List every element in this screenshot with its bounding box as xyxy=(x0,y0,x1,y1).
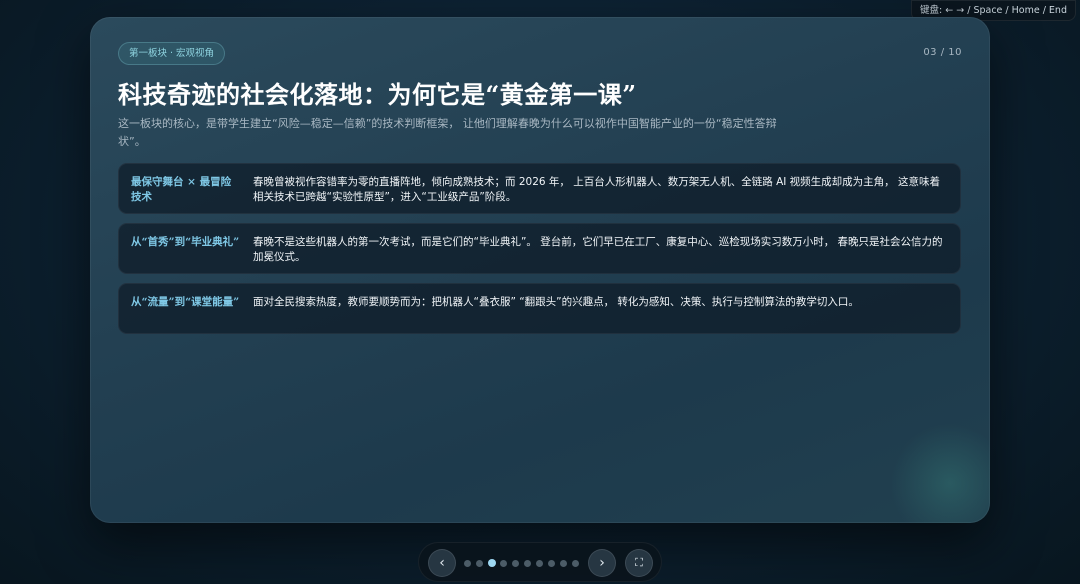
slide-dot[interactable] xyxy=(464,560,471,567)
slide-dot[interactable] xyxy=(524,560,531,567)
point-card: 从“首秀”到“毕业典礼” 春晚不是这些机器人的第一次考试，而是它们的“毕业典礼”… xyxy=(118,223,961,274)
point-label: 从“流量”到“课堂能量” xyxy=(131,296,240,308)
slide-card: 第一板块 · 宏观视角 03 / 10 科技奇迹的社会化落地：为何它是“黄金第一… xyxy=(90,17,990,523)
slide-dot[interactable] xyxy=(476,560,483,567)
slide-dot[interactable] xyxy=(536,560,543,567)
fullscreen-icon: ⛶ xyxy=(635,556,643,569)
slide-dot[interactable] xyxy=(512,560,519,567)
slide-dot[interactable] xyxy=(572,560,579,567)
section-badge: 第一板块 · 宏观视角 xyxy=(118,42,226,65)
point-list: 最保守舞台 × 最冒险技术 春晚曾被视作容错率为零的直播阵地，倾向成熟技术；而 … xyxy=(118,163,961,343)
slide-dot[interactable] xyxy=(500,560,507,567)
slide-dot[interactable] xyxy=(548,560,555,567)
point-text: 面对全民搜索热度，教师要顺势而为：把机器人“叠衣服” “翻跟头”的兴趣点， 转化… xyxy=(253,296,859,308)
slide-dot[interactable] xyxy=(488,559,496,567)
next-slide-button[interactable]: › xyxy=(588,549,616,577)
decorative-glow xyxy=(890,423,990,523)
fullscreen-button[interactable]: ⛶ xyxy=(625,549,653,577)
chevron-right-icon: › xyxy=(599,555,605,571)
slide-title: 科技奇迹的社会化落地：为何它是“黄金第一课” xyxy=(118,80,637,109)
point-text: 春晚不是这些机器人的第一次考试，而是它们的“毕业典礼”。 登台前，它们早已在工厂… xyxy=(253,236,943,263)
point-label: 从“首秀”到“毕业典礼” xyxy=(131,236,240,248)
point-card: 最保守舞台 × 最冒险技术 春晚曾被视作容错率为零的直播阵地，倾向成熟技术；而 … xyxy=(118,163,961,214)
page-counter: 03 / 10 xyxy=(923,47,962,58)
slide-dot[interactable] xyxy=(560,560,567,567)
point-text: 春晚曾被视作容错率为零的直播阵地，倾向成熟技术；而 2026 年， 上百台人形机… xyxy=(253,176,941,203)
point-card: 从“流量”到“课堂能量” 面对全民搜索热度，教师要顺势而为：把机器人“叠衣服” … xyxy=(118,283,961,334)
prev-slide-button[interactable]: ‹ xyxy=(428,549,456,577)
slide-navigation: ‹ › ⛶ xyxy=(418,542,662,582)
chevron-left-icon: ‹ xyxy=(439,555,445,571)
slide-subtitle: 这一板块的核心，是带学生建立“风险—稳定—信赖”的技术判断框架， 让他们理解春晚… xyxy=(118,117,777,148)
point-label: 最保守舞台 × 最冒险技术 xyxy=(131,176,232,203)
